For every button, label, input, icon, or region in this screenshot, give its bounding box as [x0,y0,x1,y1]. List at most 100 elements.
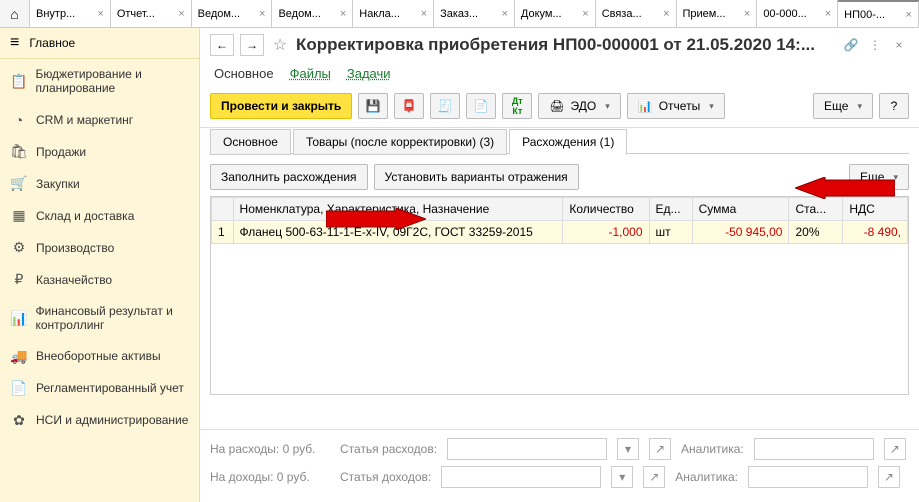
sidebar-item-main[interactable]: ≡ Главное [0,28,199,59]
tab-label: 00-000... [763,8,806,20]
bag-icon: 🛍 [10,144,28,160]
app-tab[interactable]: 00-000... × [757,0,838,27]
income-label: На доходы: 0 руб. [210,470,330,484]
subnav-files[interactable]: Файлы [290,66,331,81]
sidebar-label: Внеоборотные активы [36,349,161,363]
select-icon[interactable]: ▾ [617,438,639,460]
close-icon[interactable]: × [906,9,912,21]
sidebar-item-assets[interactable]: 🚚Внеоборотные активы [0,341,199,373]
app-tab[interactable]: Связа...× [596,0,677,27]
col-rate[interactable]: Ста... [789,198,843,221]
app-tab[interactable]: Накла...× [353,0,434,27]
reports-button[interactable]: 📊Отчеты [627,93,725,119]
sidebar-item-nsi[interactable]: ✿НСИ и администрирование [0,405,199,437]
based-on-button[interactable]: 🧾 [430,93,460,119]
app-tab[interactable]: Ведом... × [272,0,353,27]
post-and-close-button[interactable]: Провести и закрыть [210,93,352,119]
sidebar-item-crm[interactable]: ◔CRM и маркетинг [0,104,199,136]
more-button[interactable]: Еще [813,93,873,119]
close-icon[interactable]: × [889,35,909,55]
sidebar-label: Главное [29,36,75,50]
grid-icon: ▦ [10,208,28,224]
app-tab[interactable]: Внутр...× [30,0,111,27]
app-tab[interactable]: Докум...× [515,0,596,27]
article-exp-input[interactable] [447,438,607,460]
app-tab[interactable]: Заказ...× [434,0,515,27]
fill-diff-button[interactable]: Заполнить расхождения [210,164,368,190]
inner-tab-main[interactable]: Основное [210,129,291,155]
home-tab[interactable]: ⌂ [0,0,30,27]
subnav-tasks[interactable]: Задачи [347,66,391,81]
close-icon[interactable]: × [421,8,427,20]
sidebar-item-sales[interactable]: 🛍Продажи [0,136,199,168]
close-icon[interactable]: × [663,8,669,20]
col-vat[interactable]: НДС [843,198,908,221]
sidebar-item-finance[interactable]: 📊Финансовый результат и контроллинг [0,296,199,341]
col-sum[interactable]: Сумма [692,198,789,221]
close-icon[interactable]: × [582,8,588,20]
close-icon[interactable]: × [259,8,265,20]
edo-icon: 🖨 [549,99,564,113]
star-icon[interactable]: ☆ [270,35,290,55]
set-variants-button[interactable]: Установить варианты отражения [374,164,579,190]
open-icon[interactable]: ↗ [884,438,906,460]
open-icon[interactable]: ↗ [878,466,900,488]
print-button[interactable]: 📄 [466,93,496,119]
close-icon[interactable]: × [744,8,750,20]
forward-button[interactable]: → [240,34,264,56]
footer: На расходы: 0 руб. Статья расходов: ▾ ↗ … [200,429,919,502]
clipboard-icon: 📋 [10,73,27,89]
sidebar-item-production[interactable]: ⚙Производство [0,232,199,264]
post-icon: 📮 [402,99,417,113]
sidebar-item-purchases[interactable]: 🛒Закупки [0,168,199,200]
sidebar-item-budgeting[interactable]: 📋 Бюджетирование и планирование [0,59,199,104]
app-tab[interactable]: Прием...× [677,0,758,27]
app-tab[interactable]: Отчет...× [111,0,192,27]
save-button[interactable]: 💾 [358,93,388,119]
floppy-icon: 💾 [366,99,381,113]
link-icon[interactable]: 🔗 [841,35,861,55]
open-icon[interactable]: ↗ [649,438,671,460]
app-tab[interactable]: Ведом...× [192,0,273,27]
sidebar-label: Бюджетирование и планирование [35,67,189,96]
article-inc-input[interactable] [441,466,601,488]
report-icon: 📊 [638,99,653,113]
sidebar-label: Закупки [36,177,80,191]
post-button[interactable]: 📮 [394,93,424,119]
page-title: Корректировка приобретения НП00-000001 о… [296,35,835,55]
edo-button[interactable]: 🖨ЭДО [538,93,620,119]
close-icon[interactable]: × [340,8,346,20]
sidebar-item-accounting[interactable]: 📄Регламентированный учет [0,373,199,405]
open-icon[interactable]: ↗ [643,466,665,488]
close-icon[interactable]: × [501,8,507,20]
more-icon[interactable]: ⋮ [865,35,885,55]
content-toolbar: Заполнить расхождения Установить вариант… [210,164,909,190]
content-more-button[interactable]: Еще [849,164,909,190]
close-icon[interactable]: × [825,8,831,20]
col-name[interactable]: Номенклатура, Характеристика, Назначение [233,198,563,221]
inner-tab-goods[interactable]: Товары (после корректировки) (3) [293,129,507,155]
cell-name: Фланец 500-63-11-1-E-х-IV, 09Г2С, ГОСТ 3… [233,221,563,244]
close-icon[interactable]: × [97,8,103,20]
back-button[interactable]: ← [210,34,234,56]
tab-label: Ведом... [278,8,320,20]
sidebar-label: Казначейство [36,273,112,287]
col-qty[interactable]: Количество [563,198,649,221]
close-icon[interactable]: × [178,8,184,20]
subnav-main[interactable]: Основное [214,66,274,81]
dtkt-button[interactable]: ДтКт [502,93,532,119]
col-unit[interactable]: Ед... [649,198,692,221]
analytics-input[interactable] [748,466,868,488]
help-button[interactable]: ? [879,93,909,119]
app-tab-active[interactable]: НП00-...× [838,0,919,27]
dtkt-icon: ДтКт [512,96,523,116]
piechart-icon: ◔ [10,112,28,128]
inner-tab-diff[interactable]: Расхождения (1) [509,129,627,155]
col-num[interactable] [212,198,234,221]
table-row[interactable]: 1 Фланец 500-63-11-1-E-х-IV, 09Г2С, ГОСТ… [212,221,908,244]
analytics-input[interactable] [754,438,874,460]
sidebar-item-treasury[interactable]: ₽Казначейство [0,264,199,296]
select-icon[interactable]: ▾ [611,466,633,488]
cell-qty: -1,000 [563,221,649,244]
sidebar-item-warehouse[interactable]: ▦Склад и доставка [0,200,199,232]
